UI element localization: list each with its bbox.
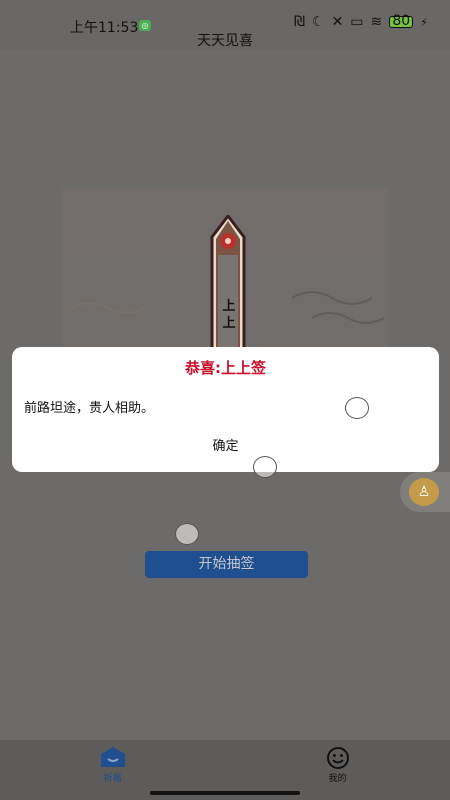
- accessibility-icon: ♙: [409, 478, 439, 506]
- temple-icon: [100, 747, 125, 767]
- tab-pray-label: 祈福: [103, 774, 122, 784]
- start-draw-button[interactable]: 开始抽签: [145, 551, 308, 578]
- moon-icon: ☾: [312, 14, 325, 30]
- dialog-title: 恭喜:上上签: [185, 359, 266, 377]
- status-bar: 上午11:53 ◎ ₪ ☾ ✕ ▭ ≋ 80 ⚡ 天天见喜: [0, 0, 450, 50]
- mute-icon: ✕: [331, 14, 344, 30]
- stick-text: 上上: [222, 299, 236, 331]
- touch-indicator: [175, 523, 199, 545]
- home-indicator: [150, 791, 300, 795]
- result-dialog: 恭喜:上上签 前路坦途，贵人相助。 确定: [12, 347, 439, 472]
- smiley-icon: [326, 747, 349, 769]
- battery-icon: 80: [389, 14, 414, 28]
- tab-mine-label: 我的: [328, 774, 347, 784]
- charging-icon: ⚡: [420, 15, 428, 29]
- no-sim-icon: ▭: [350, 14, 364, 30]
- wifi-icon: ≋: [370, 14, 383, 30]
- dialog-message: 前路坦途，贵人相助。: [24, 401, 155, 416]
- touch-indicator: [253, 456, 277, 478]
- status-icons: ₪ ☾ ✕ ▭ ≋ 80 ⚡: [294, 14, 428, 30]
- floating-assist-button[interactable]: ♙: [400, 472, 450, 512]
- touch-indicator: [345, 397, 369, 419]
- fortune-stick: [210, 215, 246, 365]
- app-title: 天天见喜: [197, 33, 253, 49]
- nfc-icon: ₪: [294, 14, 305, 30]
- confirm-button[interactable]: 确定: [12, 435, 439, 454]
